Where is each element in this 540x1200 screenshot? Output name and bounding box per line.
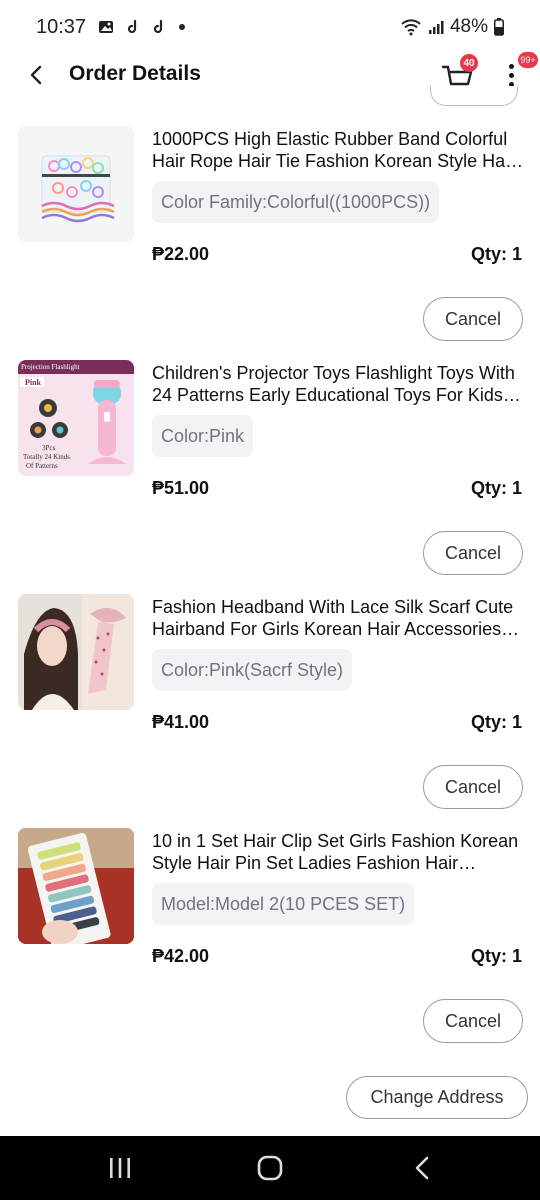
notification-icon	[154, 19, 163, 34]
previous-item-button[interactable]	[430, 86, 518, 106]
product-thumbnail[interactable]	[18, 594, 134, 710]
product-thumbnail[interactable]	[18, 126, 134, 242]
status-time: 10:37	[36, 15, 87, 38]
change-address-button[interactable]: Change Address	[346, 1076, 528, 1119]
product-price: ₱41.00	[152, 712, 210, 732]
battery-icon	[494, 18, 504, 36]
product-quantity: Qty: 1	[470, 712, 522, 732]
thumb-label: Projection Flashlight	[21, 363, 80, 371]
cancel-item-button[interactable]: Cancel	[423, 999, 523, 1043]
back-button[interactable]	[22, 60, 50, 90]
order-item: Projection Flashlight Pink 3Pcs Totally …	[0, 360, 540, 580]
notification-icon	[128, 19, 137, 34]
product-quantity: Qty: 1	[470, 244, 522, 264]
thumb-tag: Pink	[25, 378, 42, 387]
home-button[interactable]	[250, 1150, 290, 1186]
recent-apps-icon	[110, 1158, 130, 1178]
product-quantity: Qty: 1	[470, 946, 522, 966]
dot-icon	[179, 24, 186, 30]
battery-percent: 48%	[449, 16, 488, 37]
headband-photo-image	[18, 594, 134, 710]
order-item: 1000PCS High Elastic Rubber Band Colorfu…	[0, 126, 540, 346]
rubber-band-pack-image	[18, 126, 134, 242]
thumb-caption: Totally 24 Kinds	[23, 453, 70, 461]
product-thumbnail[interactable]: Projection Flashlight Pink 3Pcs Totally …	[18, 360, 134, 476]
recent-apps-button[interactable]	[100, 1150, 140, 1186]
system-nav-bar	[0, 1136, 540, 1200]
messages-count-badge: 99+	[518, 52, 538, 68]
product-price: ₱51.00	[152, 478, 210, 498]
product-price: ₱22.00	[152, 244, 210, 264]
more-dot	[508, 72, 514, 78]
wifi-icon	[401, 19, 421, 36]
product-title[interactable]: Children's Projector Toys Flashlight Toy…	[152, 362, 524, 406]
more-dot	[508, 63, 514, 69]
gallery-icon	[99, 21, 114, 33]
product-thumbnail[interactable]	[18, 828, 134, 944]
thumb-caption: Of Patterns	[26, 462, 58, 470]
cart-count-badge: 40	[460, 54, 478, 72]
product-variant: Model:Model 2(10 PCES SET)	[152, 883, 415, 925]
back-icon	[415, 1156, 429, 1180]
system-back-button[interactable]	[402, 1150, 442, 1186]
cancel-item-button[interactable]: Cancel	[423, 531, 523, 575]
home-icon	[257, 1155, 283, 1181]
status-left-icons	[98, 19, 186, 35]
product-variant: Color:Pink	[152, 415, 254, 457]
product-variant: Color:Pink(Sacrf Style)	[152, 649, 353, 691]
product-title[interactable]: Fashion Headband With Lace Silk Scarf Cu…	[152, 596, 524, 640]
hair-clip-set-image	[18, 828, 134, 944]
order-item: Fashion Headband With Lace Silk Scarf Cu…	[0, 594, 540, 814]
cancel-item-button[interactable]: Cancel	[423, 765, 523, 809]
status-right: 48%	[400, 16, 504, 38]
product-quantity: Qty: 1	[470, 478, 522, 498]
product-variant: Color Family:Colorful((1000PCS))	[152, 181, 440, 223]
cancel-item-button[interactable]: Cancel	[423, 297, 523, 341]
product-title[interactable]: 1000PCS High Elastic Rubber Band Colorfu…	[152, 128, 524, 172]
thumb-caption: 3Pcs	[42, 444, 56, 452]
product-price: ₱42.00	[152, 946, 210, 966]
order-item: 10 in 1 Set Hair Clip Set Girls Fashion …	[0, 828, 540, 1048]
status-bar: 10:37 48%	[0, 0, 540, 54]
product-title[interactable]: 10 in 1 Set Hair Clip Set Girls Fashion …	[152, 830, 524, 874]
chevron-left-icon	[30, 65, 42, 85]
signal-icon	[428, 21, 444, 34]
page-title: Order Details	[69, 62, 201, 85]
